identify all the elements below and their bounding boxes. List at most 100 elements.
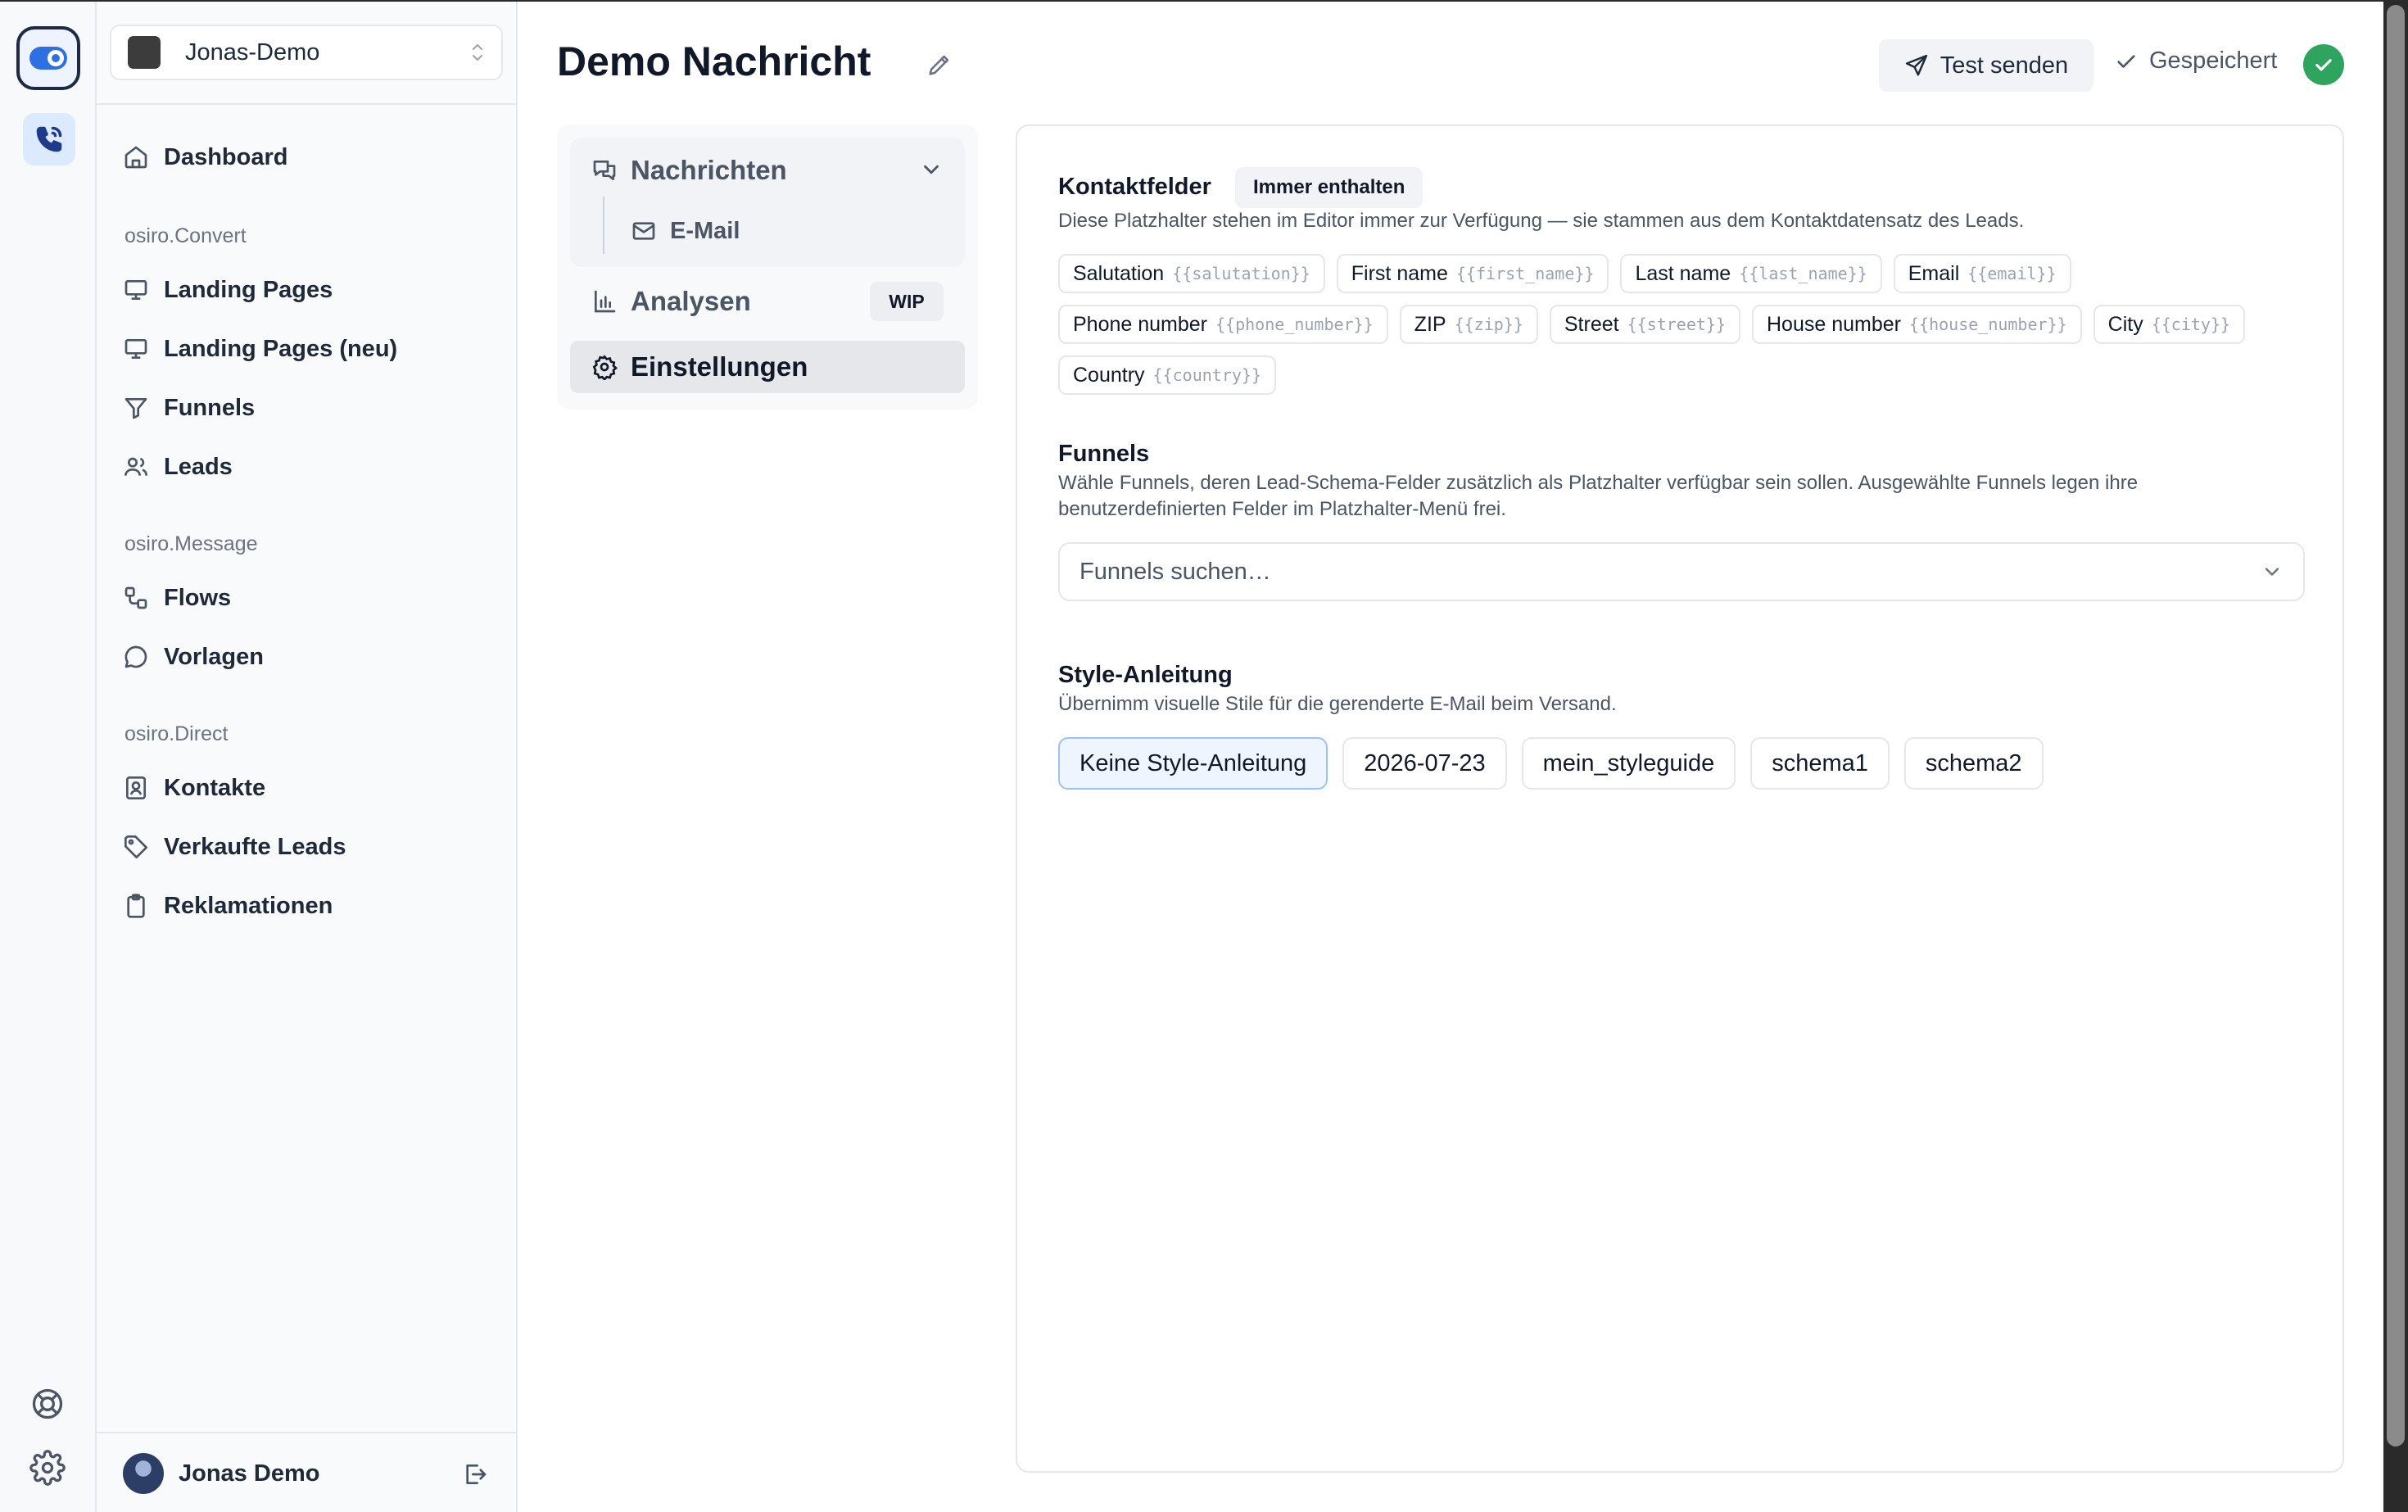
nav-einstellungen[interactable]: Einstellungen: [591, 346, 808, 388]
settings-gear-icon[interactable]: [29, 1450, 66, 1490]
send-test-label: Test senden: [1940, 52, 2069, 79]
placeholder-chip-token: {{city}}: [2151, 315, 2231, 334]
contact-fields-title: Kontaktfelder: [1058, 174, 1211, 200]
placeholder-chip-label: First name: [1351, 261, 1448, 285]
placeholder-chip-token: {{first_name}}: [1455, 264, 1595, 283]
placeholder-chip-label: Phone number: [1073, 312, 1208, 336]
placeholder-chip-label: House number: [1767, 312, 1901, 336]
sidebar-item-flows[interactable]: Flows: [123, 575, 231, 621]
placeholder-chip-label: Last name: [1635, 261, 1731, 285]
saved-check-badge-icon: [2303, 44, 2344, 85]
app-logo-icon[interactable]: [16, 26, 80, 90]
chat-bubble-icon: [124, 645, 147, 668]
contact-book-icon: [126, 776, 146, 799]
style-guide-description: Übernimm visuelle Stile für die gerender…: [1058, 693, 1617, 715]
sidebar-item-vorlagen[interactable]: Vorlagen: [123, 634, 264, 680]
style-guide-title: Style-Anleitung: [1058, 662, 1233, 688]
monitor-icon: [124, 339, 147, 359]
style-guide-option[interactable]: 2026-07-23: [1342, 737, 1507, 790]
sidebar-item-label: Verkaufte Leads: [164, 833, 346, 860]
sidebar-item-label: Leads: [164, 453, 233, 480]
save-status-label: Gespeichert: [2149, 48, 2278, 74]
nav-email[interactable]: E-Mail: [631, 210, 740, 252]
clipboard-icon: [127, 894, 145, 918]
mail-icon: [632, 222, 655, 240]
nav-analysen[interactable]: Analysen: [591, 280, 751, 323]
nav-email-label: E-Mail: [670, 217, 740, 244]
scrollbar-thumb[interactable]: [2387, 5, 2405, 1446]
placeholder-chip[interactable]: Phone number {{phone_number}}: [1058, 305, 1388, 344]
always-included-badge: Immer enthalten: [1235, 167, 1424, 208]
placeholder-chip-label: Country: [1073, 363, 1145, 387]
sidebar-item-reklamationen[interactable]: Reklamationen: [123, 883, 333, 929]
sidebar-footer-divider: [97, 1432, 516, 1433]
placeholder-chip-token: {{country}}: [1152, 365, 1261, 385]
sidebar-item-dashboard[interactable]: Dashboard: [123, 134, 287, 180]
style-guide-option[interactable]: schema1: [1750, 737, 1890, 790]
section-title-direct: osiro.Direct: [124, 722, 229, 745]
chevron-updown-icon: [470, 42, 485, 63]
workspace-color-icon: [128, 36, 161, 69]
funnel-icon: [124, 398, 147, 419]
nav-analysen-label: Analysen: [631, 286, 751, 316]
placeholder-chip[interactable]: First name {{first_name}}: [1336, 254, 1609, 293]
nav-nachrichten[interactable]: Nachrichten: [591, 149, 787, 192]
placeholder-chip[interactable]: Street {{street}}: [1549, 305, 1740, 344]
sidebar-item-landing-pages-neu[interactable]: Landing Pages (neu): [123, 326, 397, 372]
style-guide-option[interactable]: mein_styleguide: [1521, 737, 1736, 790]
placeholder-chip-label: Street: [1564, 312, 1619, 336]
sidebar-item-label: Funnels: [164, 394, 256, 421]
sidebar: Jonas-Demo Dashboard osiro.Convert Landi…: [97, 2, 518, 1512]
placeholder-chip-token: {{zip}}: [1454, 315, 1523, 334]
nav-einstellungen-label: Einstellungen: [631, 351, 808, 382]
section-title-convert: osiro.Convert: [124, 224, 247, 247]
placeholder-chip-label: Salutation: [1073, 261, 1165, 285]
nav-nachrichten-label: Nachrichten: [631, 155, 787, 185]
placeholder-chip[interactable]: Salutation {{salutation}}: [1058, 254, 1325, 293]
placeholder-chip-label: ZIP: [1414, 312, 1446, 336]
placeholder-chip[interactable]: House number {{house_number}}: [1752, 305, 2082, 344]
funnels-search-select[interactable]: Funnels suchen…: [1058, 542, 2305, 601]
pencil-icon[interactable]: [926, 51, 953, 83]
settings-card: Kontaktfelder Immer enthalten Diese Plat…: [1016, 124, 2344, 1473]
message-nav: Nachrichten E-Mail Analysen WIP Einstell…: [557, 124, 978, 410]
workspace-name: Jonas-Demo: [185, 38, 320, 66]
sidebar-item-leads[interactable]: Leads: [123, 444, 233, 490]
help-lifebuoy-icon[interactable]: [29, 1386, 66, 1426]
placeholder-chip[interactable]: Last name {{last_name}}: [1620, 254, 1882, 293]
placeholder-chip-token: {{house_number}}: [1908, 315, 2067, 334]
send-test-button[interactable]: Test senden: [1879, 39, 2093, 92]
user-name: Jonas Demo: [179, 1460, 320, 1487]
style-guide-option[interactable]: schema2: [1903, 737, 2044, 790]
messages-icon: [593, 161, 616, 180]
monitor-icon: [124, 280, 147, 300]
sidebar-item-kontakte[interactable]: Kontakte: [123, 765, 265, 811]
placeholder-chip[interactable]: ZIP {{zip}}: [1399, 305, 1538, 344]
app-rail: [0, 2, 97, 1512]
placeholder-chip-token: {{email}}: [1967, 264, 2057, 283]
nav-tree-line: [603, 197, 604, 254]
placeholder-chip[interactable]: Country {{country}}: [1058, 355, 1276, 395]
placeholder-chip-label: City: [2107, 312, 2143, 336]
placeholder-chip-label: Email: [1908, 261, 1960, 285]
style-guide-option[interactable]: Keine Style-Anleitung: [1058, 737, 1328, 790]
chevron-down-icon[interactable]: [919, 157, 944, 186]
style-guide-options: Keine Style-Anleitung 2026-07-23 mein_styl…: [1058, 737, 2044, 790]
logout-icon[interactable]: [462, 1461, 488, 1492]
tag-icon: [124, 835, 147, 858]
sidebar-item-landing-pages[interactable]: Landing Pages: [123, 267, 333, 313]
save-status: Gespeichert: [2115, 48, 2277, 75]
placeholder-chip[interactable]: Email {{email}}: [1893, 254, 2071, 293]
sidebar-item-funnels[interactable]: Funnels: [123, 385, 255, 431]
phone-app-icon[interactable]: [23, 113, 75, 165]
user-profile[interactable]: Jonas Demo: [123, 1453, 319, 1494]
section-title-message: osiro.Message: [124, 532, 258, 555]
sidebar-item-label: Reklamationen: [164, 892, 333, 919]
flow-icon: [124, 586, 147, 609]
sidebar-divider: [97, 103, 516, 105]
workspace-selector[interactable]: Jonas-Demo: [110, 25, 503, 80]
sidebar-item-verkaufte-leads[interactable]: Verkaufte Leads: [123, 824, 346, 870]
sidebar-item-label: Dashboard: [164, 143, 288, 170]
placeholder-chip[interactable]: City {{city}}: [2093, 305, 2246, 344]
check-icon: [2117, 54, 2135, 68]
